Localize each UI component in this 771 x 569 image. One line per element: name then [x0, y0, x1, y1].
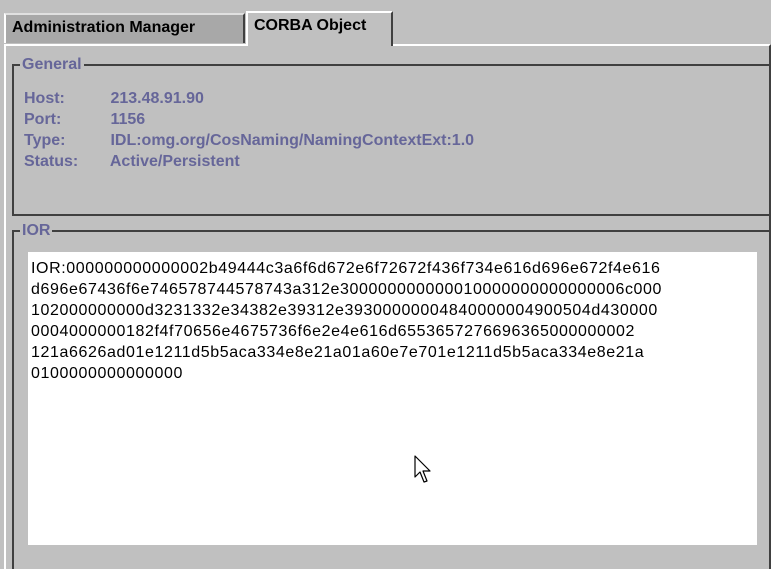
status-row: Status: Active/Persistent [24, 151, 474, 172]
ior-group: IOR IOR:000000000000002b49444c3a6f6d672e… [12, 221, 771, 569]
type-value: IDL:omg.org/CosNaming/NamingContextExt:1… [110, 132, 475, 149]
ior-line: 121a6626ad01e1211d5b5aca334e8e21a01a60e7… [31, 344, 645, 361]
type-label: Type: [24, 132, 66, 149]
ior-line: 0100000000000000 [31, 365, 183, 382]
tab-content: General Host: 213.48.91.90 Port: 1156 Ty… [4, 44, 771, 569]
ior-group-title: IOR [20, 221, 53, 241]
tab-bar: Administration Manager CORBA Object [0, 0, 771, 46]
host-row: Host: 213.48.91.90 [24, 88, 474, 109]
ior-line: 102000000000d3231332e34382e39312e3930000… [31, 302, 658, 319]
mouse-pointer-icon [414, 455, 431, 483]
tab-corba-object[interactable]: CORBA Object [246, 11, 393, 46]
port-value: 1156 [110, 111, 146, 128]
general-info: Host: 213.48.91.90 Port: 1156 Type: IDL:… [24, 88, 474, 172]
port-label: Port: [24, 111, 62, 128]
status-label: Status: [24, 153, 79, 170]
status-value: Active/Persistent [109, 153, 240, 170]
ior-text-area[interactable]: IOR:000000000000002b49444c3a6f6d672e6f72… [28, 252, 757, 545]
host-label: Host: [24, 90, 65, 107]
tab-administration-manager[interactable]: Administration Manager [4, 13, 245, 43]
general-group: General Host: 213.48.91.90 Port: 1156 Ty… [12, 55, 771, 216]
ior-line: 0004000000182f4f70656e4675736f6e2e4e616d… [31, 323, 636, 340]
ior-line: d696e67436f6e746578744578743a312e3000000… [31, 281, 663, 298]
general-group-title: General [20, 55, 84, 75]
corba-object-panel: Administration Manager CORBA Object Gene… [0, 0, 771, 569]
host-value: 213.48.91.90 [110, 90, 204, 107]
port-row: Port: 1156 [24, 109, 474, 130]
type-row: Type: IDL:omg.org/CosNaming/NamingContex… [24, 130, 474, 151]
ior-line: IOR:000000000000002b49444c3a6f6d672e6f72… [31, 260, 661, 277]
